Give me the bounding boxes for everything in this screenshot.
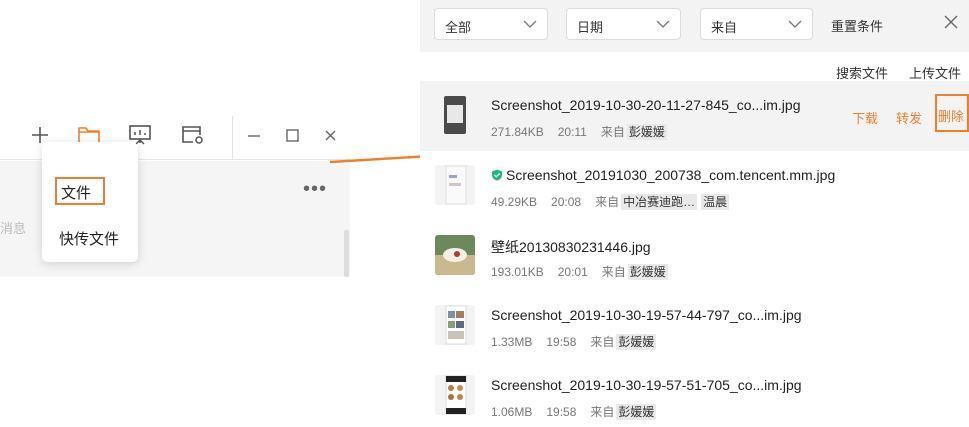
file-name: Screenshot_2019-10-30-20-11-27-845_co...… [491,97,801,113]
menu-item-files[interactable]: 文件 [55,177,105,205]
date-filter-select[interactable]: 日期 [566,8,681,40]
reset-filters-button[interactable]: 重置条件 [831,16,883,35]
file-row[interactable]: Screenshot_2019-10-30-20-11-27-845_co...… [420,81,969,151]
from-label: 来自 [590,405,615,419]
sender-filter-select[interactable]: 来自 [700,8,813,40]
chevron-down-icon [656,20,670,28]
card-settings-icon[interactable] [180,123,206,147]
file-name-wrap: Screenshot_20191030_200738_com.tencent.m… [491,167,835,183]
file-meta: 193.01KB 20:01 来自 彭媛媛 [491,263,672,280]
more-options-icon[interactable]: ••• [303,179,327,199]
file-meta: 271.84KB 20:11 来自 彭媛媛 [491,123,671,140]
forward-button[interactable]: 转发 [896,108,922,127]
download-button[interactable]: 下载 [852,108,878,127]
sender-group-name: 中冶赛迪跑… [621,194,698,210]
file-dropdown-menu: 文件 快传文件 [42,142,138,262]
file-size: 49.29KB [491,195,538,209]
maximize-icon[interactable] [280,123,306,147]
file-name: 壁纸20130830231446.jpg [491,239,651,255]
file-thumbnail [435,305,475,345]
file-size: 1.06MB [491,405,533,419]
sender-name: 彭媛媛 [626,124,667,140]
shield-check-icon [492,169,502,181]
chevron-down-icon [523,20,537,28]
scrollbar[interactable] [344,230,349,277]
file-time: 20:11 [557,125,587,139]
delete-button-label: 删除 [938,109,965,124]
file-thumbnail [435,165,475,205]
file-meta: 1.33MB 19:58 来自 彭媛媛 [491,333,660,350]
minimize-icon[interactable] [242,123,268,147]
file-meta: 49.29KB 20:08 来自 中冶赛迪跑… 温晨 [491,193,733,210]
file-row[interactable]: Screenshot_20191030_200738_com.tencent.m… [420,151,969,221]
upload-files-button[interactable]: 上传文件 [909,63,961,82]
menu-item-files-label: 文件 [61,185,92,202]
file-thumbnail [435,235,475,275]
sender-name: 彭媛媛 [616,334,657,350]
from-label: 来自 [600,125,625,139]
file-name: Screenshot_2019-10-30-19-57-44-797_co...… [491,307,802,323]
file-name: Screenshot_20191030_200738_com.tencent.m… [506,167,836,183]
file-thumbnail [435,375,475,415]
chevron-down-icon [788,20,802,28]
file-size: 193.01KB [491,265,544,279]
file-meta: 1.06MB 19:58 来自 彭媛媛 [491,403,660,420]
toolbar-divider [232,116,233,160]
file-row[interactable]: Screenshot_2019-10-30-19-57-51-705_co...… [420,361,969,427]
type-filter-select[interactable]: 全部 [434,8,548,40]
truncated-tab-label: 消息 [0,221,27,236]
file-manager-panel: 全部 日期 来自 重置条件 搜索文件 上传文件 Screenshot_2019-… [420,0,969,427]
delete-button[interactable]: 删除 [935,94,969,132]
file-row[interactable]: Screenshot_2019-10-30-19-57-44-797_co...… [420,291,969,361]
filter-bar: 全部 日期 来自 重置条件 [420,0,969,52]
date-filter-label: 日期 [577,20,604,35]
file-time: 19:58 [546,335,577,349]
from-label: 来自 [595,195,620,209]
file-size: 271.84KB [491,125,544,139]
from-label: 来自 [601,265,626,279]
file-time: 20:08 [551,195,582,209]
sender-name: 温晨 [701,194,730,210]
search-files-button[interactable]: 搜索文件 [836,63,888,82]
file-time: 20:01 [557,265,588,279]
type-filter-label: 全部 [445,20,472,35]
sender-filter-label: 来自 [711,20,738,35]
close-icon[interactable] [318,123,344,147]
file-thumbnail [435,95,475,135]
file-time: 19:58 [546,405,577,419]
close-icon[interactable] [943,14,959,30]
file-name: Screenshot_2019-10-30-19-57-51-705_co...… [491,377,802,393]
from-label: 来自 [590,335,615,349]
file-size: 1.33MB [491,335,533,349]
sender-name: 彭媛媛 [616,404,657,420]
sender-name: 彭媛媛 [627,264,668,280]
menu-item-quick-transfer[interactable]: 快传文件 [59,228,119,249]
file-row[interactable]: 壁纸20130830231446.jpg 193.01KB 20:01 来自 彭媛媛 [420,221,969,291]
